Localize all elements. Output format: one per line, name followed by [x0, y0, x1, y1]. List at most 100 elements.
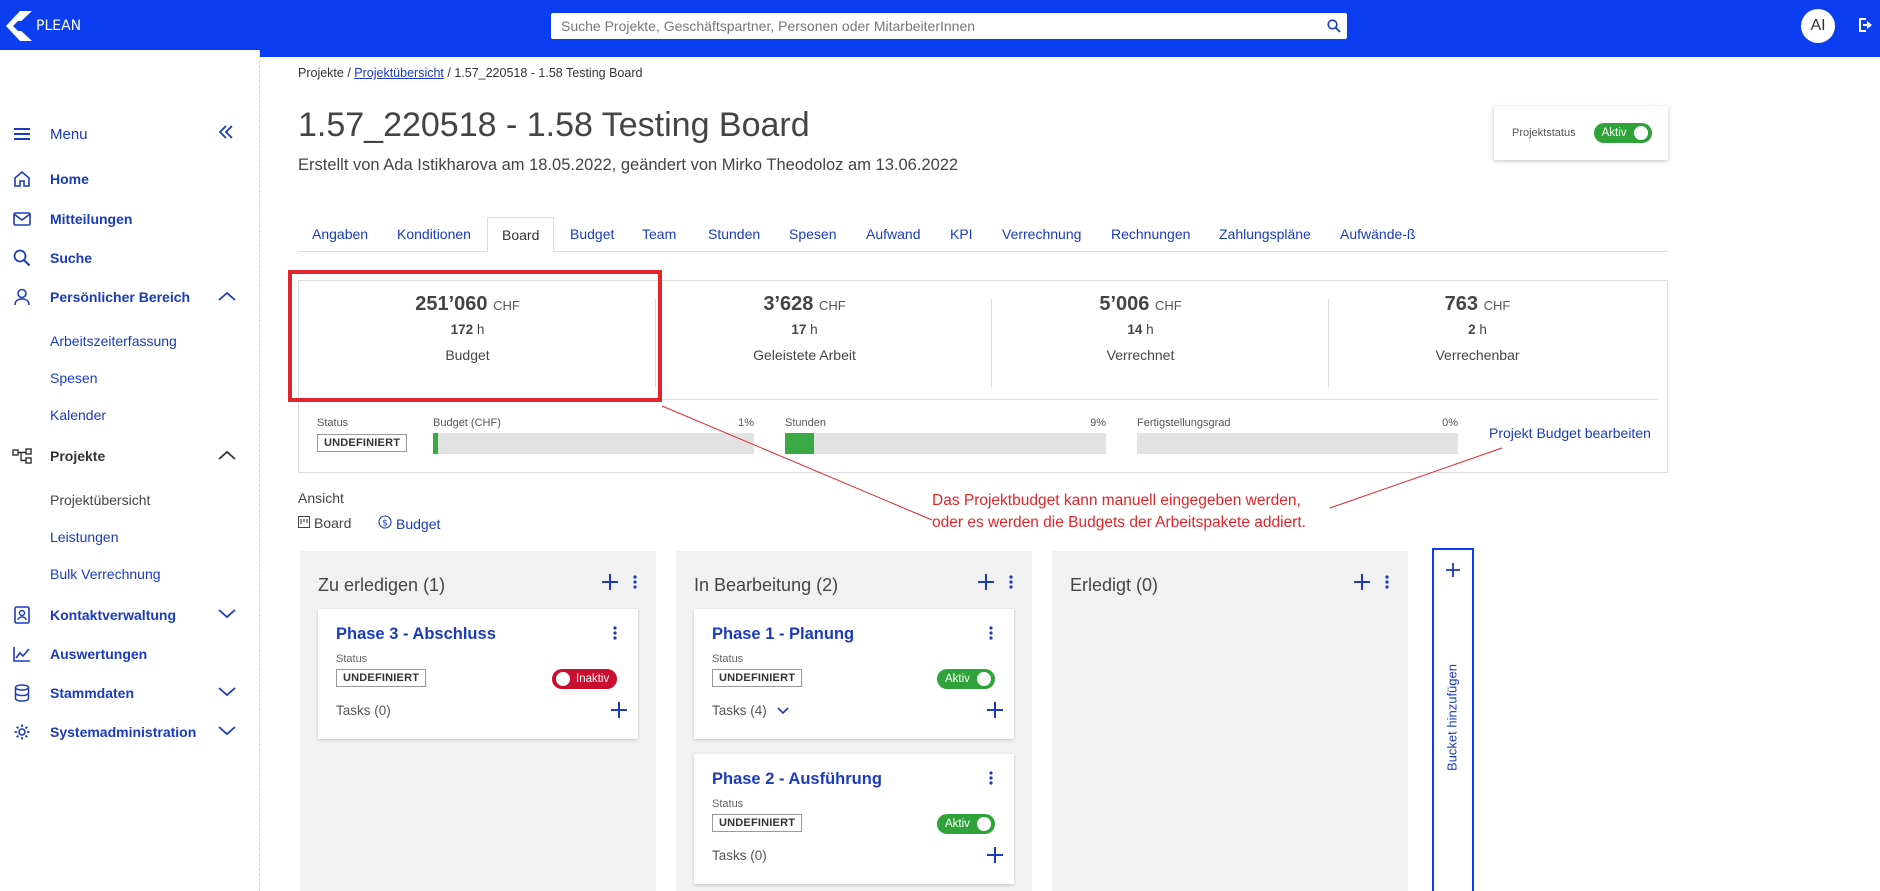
project-status-toggle[interactable]: Aktiv	[1593, 123, 1652, 143]
view-option-label: Board	[314, 515, 352, 531]
hamburger-icon	[11, 123, 33, 145]
sidebar-item-kontaktverwaltung[interactable]: Kontaktverwaltung	[0, 600, 259, 630]
project-status-card: Projektstatus Aktiv	[1494, 106, 1668, 160]
chevron-up-icon[interactable]	[218, 447, 236, 465]
status-block: Status UNDEFINIERT	[317, 417, 408, 452]
card-menu-icon[interactable]	[613, 626, 617, 645]
card-tasks[interactable]: Tasks (4)	[712, 703, 789, 718]
column-title: Zu erledigen (1)	[318, 575, 446, 595]
sidebar-item-suche[interactable]: Suche	[0, 243, 259, 273]
tab-team[interactable]: Team	[628, 217, 690, 252]
kpi-hours-unit: h	[1479, 322, 1487, 337]
sidebar-subitem-spesen[interactable]: Spesen	[50, 370, 97, 386]
kpi-hours: 17	[791, 322, 807, 337]
progress-track	[433, 433, 754, 454]
sidebar-item-projekte[interactable]: Projekte	[0, 441, 259, 471]
add-task-icon[interactable]	[610, 701, 628, 724]
add-task-icon[interactable]	[986, 701, 1004, 724]
breadcrumb-current: 1.57_220518 - 1.58 Testing Board	[454, 66, 643, 80]
card-menu-icon[interactable]	[989, 771, 993, 790]
kpi-amount: 3’628	[763, 293, 814, 315]
tab-aufwaende-ss[interactable]: Aufwände-ß	[1326, 217, 1429, 252]
tab-verrechnung[interactable]: Verrechnung	[988, 217, 1095, 252]
tab-kpi[interactable]: KPI	[936, 217, 987, 252]
card-menu-icon[interactable]	[989, 626, 993, 645]
breadcrumb-separator: /	[443, 66, 455, 80]
breadcrumb-separator: /	[343, 66, 355, 80]
collapse-sidebar-icon[interactable]	[218, 124, 234, 144]
search-icon[interactable]	[1321, 13, 1347, 39]
tab-rechnungen[interactable]: Rechnungen	[1097, 217, 1204, 252]
user-avatar[interactable]: AI	[1801, 9, 1835, 43]
chevron-down-icon[interactable]	[218, 723, 236, 741]
tab-stunden[interactable]: Stunden	[694, 217, 774, 252]
toggle-knob	[556, 672, 570, 686]
tab-angaben[interactable]: Angaben	[298, 217, 382, 252]
column-menu-icon[interactable]	[633, 575, 637, 594]
add-bucket-button[interactable]: Bucket hinzufügen	[1432, 548, 1474, 891]
progress-percent: 0%	[1442, 417, 1458, 429]
status-badge: UNDEFINIERT	[317, 434, 408, 452]
tab-zahlungsplaene[interactable]: Zahlungspläne	[1205, 217, 1325, 252]
sidebar-subitem-leistungen[interactable]: Leistungen	[50, 529, 119, 545]
sidebar-subitem-arbeitszeiterfassung[interactable]: Arbeitszeiterfassung	[50, 333, 177, 349]
tab-konditionen[interactable]: Konditionen	[383, 217, 485, 252]
edit-project-budget-link[interactable]: Projekt Budget bearbeiten	[1489, 425, 1651, 441]
card-active-toggle[interactable]: Inaktiv	[552, 669, 618, 689]
card-tasks[interactable]: Tasks (0)	[712, 848, 767, 863]
mail-icon	[11, 208, 33, 230]
sidebar-item-auswertungen[interactable]: Auswertungen	[0, 639, 259, 669]
chevron-down-icon[interactable]	[218, 684, 236, 702]
tab-aufwand[interactable]: Aufwand	[852, 217, 934, 252]
view-option-board[interactable]: Board	[298, 515, 351, 531]
search-input[interactable]	[551, 14, 1321, 38]
work-package-card[interactable]: Phase 3 - Abschluss Status UNDEFINIERT I…	[318, 609, 638, 739]
card-title[interactable]: Phase 2 - Ausführung	[712, 770, 882, 789]
chevron-up-icon[interactable]	[218, 288, 236, 306]
column-menu-icon[interactable]	[1009, 575, 1013, 594]
sidebar-item-label: Systemadministration	[50, 724, 197, 740]
work-package-card[interactable]: Phase 1 - Planung Status UNDEFINIERT Akt…	[694, 609, 1014, 739]
sidebar-subitem-bulk-verrechnung[interactable]: Bulk Verrechnung	[50, 566, 161, 582]
logout-icon[interactable]	[1857, 16, 1875, 39]
chevron-down-icon[interactable]	[218, 606, 236, 624]
sidebar-item-stammdaten[interactable]: Stammdaten	[0, 678, 259, 708]
sidebar-item-systemadministration[interactable]: Systemadministration	[0, 717, 259, 747]
tab-budget[interactable]: Budget	[556, 217, 628, 252]
card-tasks[interactable]: Tasks (0)	[336, 703, 391, 718]
kpi-caption: Geleistete Arbeit	[753, 347, 856, 363]
sidebar-item-label: Suche	[50, 250, 93, 266]
card-title[interactable]: Phase 1 - Planung	[712, 625, 854, 644]
view-option-label: Budget	[396, 515, 441, 532]
chevron-down-icon[interactable]	[767, 703, 789, 718]
add-card-icon[interactable]	[977, 573, 995, 596]
column-menu-icon[interactable]	[1385, 575, 1389, 594]
sidebar-item-persoenlicher-bereich[interactable]: Persönlicher Bereich	[0, 282, 259, 312]
work-package-card[interactable]: Phase 2 - Ausführung Status UNDEFINIERT …	[694, 754, 1014, 884]
kpi-currency: CHF	[818, 298, 846, 313]
add-card-icon[interactable]	[601, 573, 619, 596]
sidebar-item-home[interactable]: Home	[0, 164, 259, 194]
sidebar-menu-toggle[interactable]: Menu	[0, 119, 259, 149]
card-status-badge: UNDEFINIERT	[712, 669, 803, 687]
toggle-knob	[976, 817, 991, 831]
plean-logo[interactable]: PLEAN	[6, 11, 81, 41]
progress-fill	[433, 433, 438, 454]
card-title[interactable]: Phase 3 - Abschluss	[336, 625, 496, 644]
gear-icon	[11, 721, 33, 743]
breadcrumb-root[interactable]: Projekte	[298, 66, 344, 80]
sidebar-subitem-kalender[interactable]: Kalender	[50, 407, 106, 423]
sidebar-item-mitteilungen[interactable]: Mitteilungen	[0, 204, 259, 234]
progress-label: Budget (CHF)	[433, 417, 501, 429]
tab-board[interactable]: Board	[487, 217, 555, 252]
view-option-budget[interactable]: $ Budget	[378, 515, 440, 532]
tab-spesen[interactable]: Spesen	[775, 217, 850, 252]
card-active-toggle[interactable]: Aktiv	[937, 814, 995, 834]
board-column-zu-erledigen: Zu erledigen (1) Phase 3 - Abschluss Sta…	[300, 551, 656, 891]
sidebar-subitem-projektuebersicht[interactable]: Projektübersicht	[50, 492, 150, 508]
card-active-toggle[interactable]: Aktiv	[937, 669, 995, 689]
add-task-icon[interactable]	[986, 846, 1004, 869]
progress-track	[1137, 433, 1458, 454]
add-card-icon[interactable]	[1353, 573, 1371, 596]
breadcrumb-parent-link[interactable]: Projektübersicht	[354, 66, 444, 80]
